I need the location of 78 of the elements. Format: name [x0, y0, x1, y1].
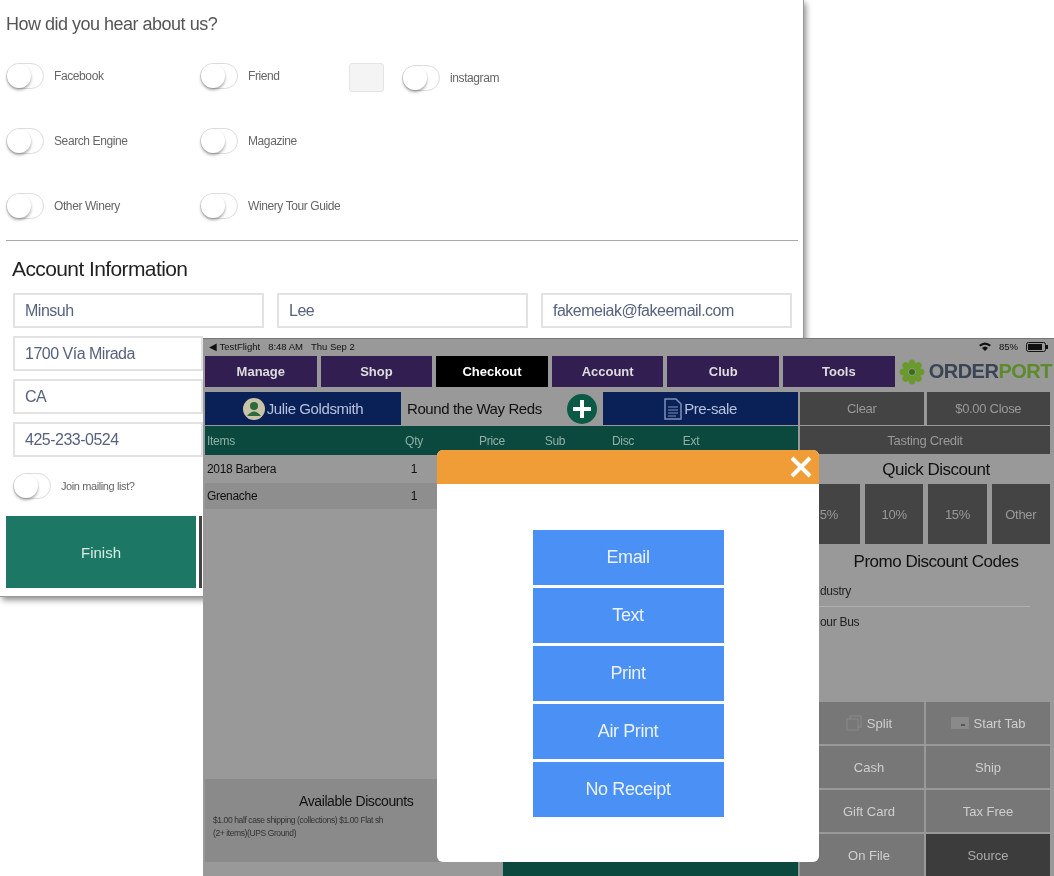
document-icon: [664, 397, 683, 420]
item-name: Grenache: [206, 489, 259, 503]
presale-button[interactable]: Pre-sale: [603, 392, 798, 425]
toggle-switch[interactable]: [6, 63, 44, 89]
action-button[interactable]: Source: [926, 834, 1050, 876]
discount-button[interactable]: 10%: [865, 484, 924, 544]
column-header: Items: [206, 433, 236, 448]
toggle-switch[interactable]: [6, 128, 44, 154]
toggle-switch[interactable]: [13, 473, 51, 499]
input-field[interactable]: 1700 Vía Mirada: [13, 336, 203, 371]
toggle-switch[interactable]: [6, 193, 44, 219]
toggle-label: Magazine: [248, 134, 297, 148]
column-header: Ext: [681, 433, 701, 448]
toggle-switch[interactable]: [200, 128, 238, 154]
receipt-option-button[interactable]: Text: [532, 588, 724, 643]
input-field[interactable]: Lee: [277, 293, 528, 328]
discount-button[interactable]: Other: [991, 484, 1050, 544]
action-button[interactable]: Tax Free: [926, 790, 1050, 832]
quick-discount-title: Quick Discount: [881, 459, 991, 481]
column-header: Qty: [404, 433, 424, 448]
nav-tab[interactable]: Checkout: [436, 356, 548, 387]
action-button[interactable]: Start Tab: [926, 702, 1050, 744]
toggle-label: Search Engine: [54, 134, 128, 148]
toggle-switch[interactable]: [402, 64, 440, 91]
action-button[interactable]: On File: [800, 834, 924, 876]
battery-level: 85%: [999, 341, 1018, 352]
item-name: 2018 Barbera: [206, 462, 278, 476]
item-qty: 1: [409, 462, 419, 476]
input-field[interactable]: 425-233-0524: [13, 422, 203, 457]
receipt-option-button[interactable]: No Receipt: [532, 762, 724, 817]
receipt-option-button[interactable]: Email: [532, 530, 724, 585]
wifi-icon: [979, 342, 991, 351]
clear-button[interactable]: Clear: [800, 392, 924, 425]
discounts-title: Available Discounts: [299, 793, 414, 809]
toggle-label: Winery Tour Guide: [248, 199, 341, 213]
receipt-option-button[interactable]: Print: [532, 646, 724, 701]
blank-box: [349, 63, 384, 92]
nav-tab[interactable]: Shop: [320, 356, 433, 387]
add-icon[interactable]: [567, 393, 597, 424]
nav-tab[interactable]: Club: [667, 356, 780, 387]
status-date: Thu Sep 2: [311, 341, 355, 352]
receipt-option-button[interactable]: Air Print: [532, 704, 724, 759]
customer-button[interactable]: Julie Goldsmith: [205, 392, 401, 425]
toggle-label: Friend: [248, 69, 280, 83]
tasting-credit-button[interactable]: Tasting Credit: [800, 426, 1050, 454]
battery-icon: [1026, 341, 1048, 352]
close-button[interactable]: $0.00 Close: [926, 392, 1050, 425]
column-header: Sub: [543, 433, 567, 448]
toggle-label: Other Winery: [54, 199, 120, 213]
status-time: 8:48 AM: [268, 341, 303, 352]
toggle-switch[interactable]: [200, 63, 238, 89]
card-icon: [950, 717, 969, 729]
back-link[interactable]: ◀ TestFlight: [209, 341, 261, 352]
discount-button[interactable]: 15%: [928, 484, 987, 544]
input-field[interactable]: fakemeiak@fakeemail.com: [541, 293, 792, 328]
nav-tab[interactable]: Tools: [783, 356, 895, 387]
club-name: Round the Way Reds: [406, 400, 543, 417]
toggle-label: instagram: [450, 70, 500, 85]
flower-icon: [898, 358, 925, 385]
nav-tab[interactable]: Manage: [205, 356, 317, 387]
promo-title: Promo Discount Codes: [852, 551, 1020, 573]
logo-text: ORDERPORT: [928, 360, 1052, 383]
discount-description: $1.00 half case shipping (collections) $1.00 Flat sh (2+ items)(UPS Ground): [213, 814, 384, 840]
action-button[interactable]: Ship: [926, 746, 1050, 788]
toggle-label: Join mailing list?: [61, 480, 135, 492]
toggle-switch[interactable]: [200, 193, 238, 219]
nav-tab[interactable]: Account: [551, 356, 664, 387]
finish-button[interactable]: Finish: [6, 516, 196, 588]
close-icon[interactable]: [790, 456, 812, 478]
input-field[interactable]: Minsuh: [13, 293, 264, 328]
section-heading: How did you hear about us?: [6, 14, 219, 35]
item-qty: 1: [409, 489, 419, 503]
toggle-label: Facebook: [54, 69, 104, 83]
column-header: Disc: [610, 433, 636, 448]
person-icon: [242, 397, 265, 420]
section-title: Account Information: [12, 257, 189, 281]
input-field[interactable]: CA: [13, 379, 203, 414]
column-header: Price: [478, 433, 506, 448]
